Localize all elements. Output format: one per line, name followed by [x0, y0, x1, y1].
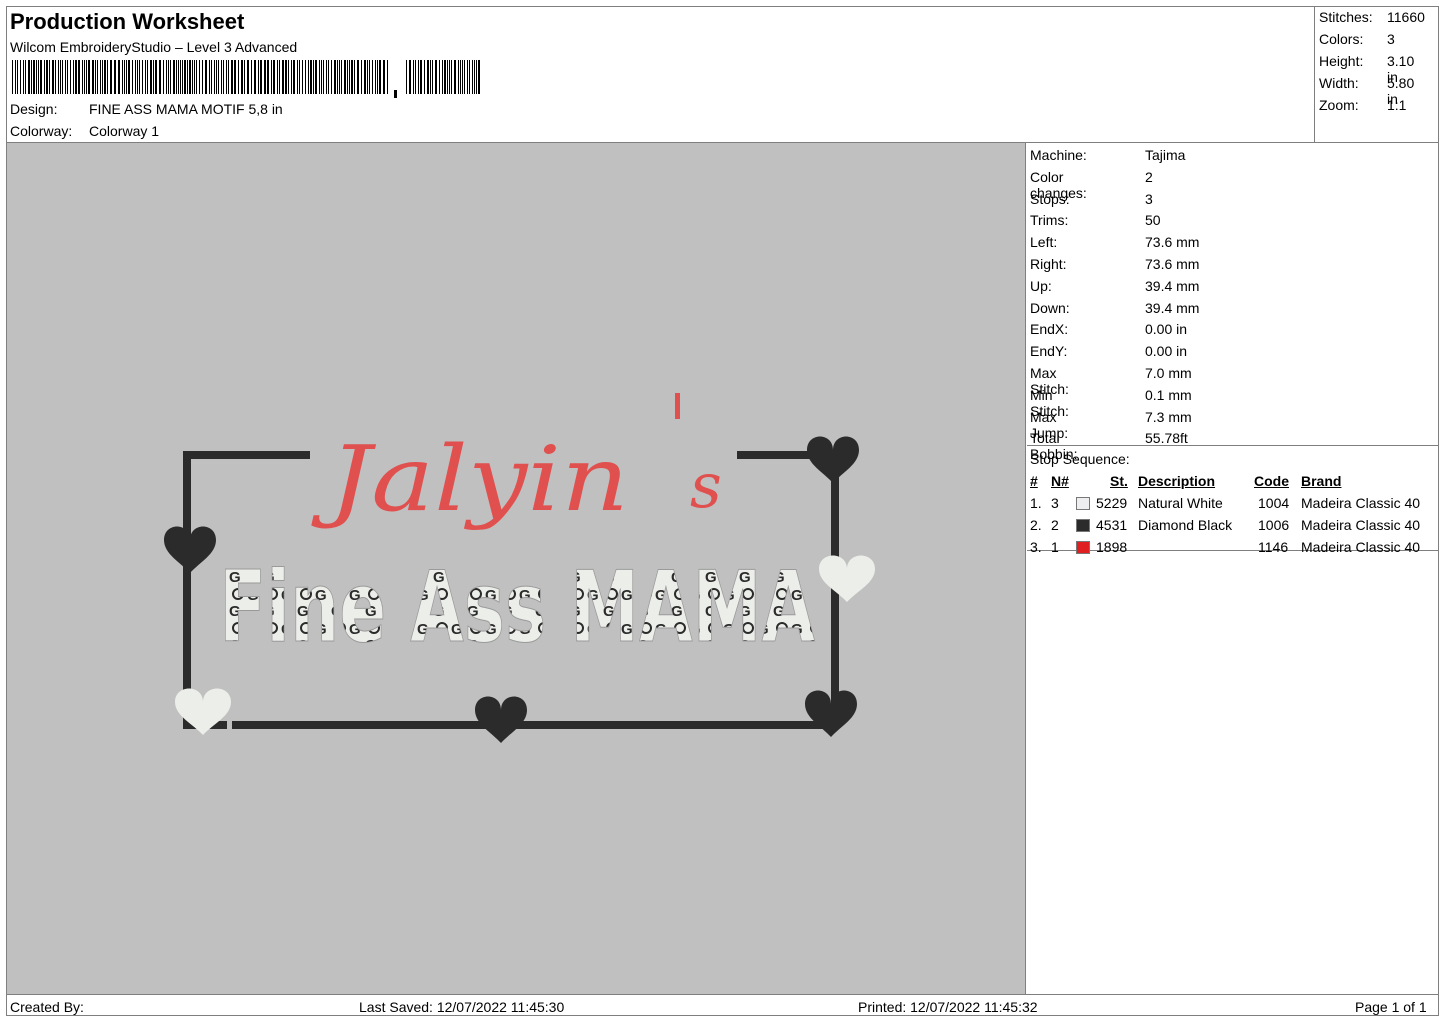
design-script-s: s [690, 449, 722, 522]
printed-date: Printed: 12/07/2022 11:45:32 [858, 999, 1038, 1015]
stop-description: Diamond Black [1138, 517, 1233, 533]
heart-icon [807, 436, 859, 483]
last-saved: Last Saved: 12/07/2022 11:45:30 [359, 999, 565, 1015]
design-block-text: Fine Ass MAMA [219, 551, 815, 665]
barcode [12, 60, 480, 98]
info-value: Tajima [1145, 147, 1186, 163]
info-value: 50 [1145, 212, 1161, 229]
heart-icon [819, 555, 875, 602]
stop-index: 3. [1030, 539, 1042, 555]
info-value: 3 [1145, 190, 1153, 207]
worksheet-header: Production Worksheet Wilcom EmbroiderySt… [7, 7, 1314, 143]
info-label: Down: [1030, 299, 1070, 316]
color-swatch [1076, 497, 1090, 510]
worksheet-footer: Created By: Last Saved: 12/07/2022 11:45… [7, 994, 1439, 1016]
stop-index: 2. [1030, 517, 1042, 533]
info-label: Right: [1030, 256, 1067, 272]
info-value: 0.00 in [1145, 343, 1188, 360]
stop-needle: 3 [1051, 495, 1059, 511]
info-label: Machine: [1030, 147, 1087, 163]
info-value: 0.00 in [1145, 321, 1188, 338]
column-header-description: Description [1138, 473, 1216, 489]
stop-code: 1004 [1258, 495, 1290, 511]
page-number: Page 1 of 1 [1355, 999, 1427, 1015]
stop-needle: 2 [1051, 517, 1059, 533]
design-summary: Stitches: 11660 Colors: 3 Height: 3.10 in W… [1314, 7, 1439, 143]
design-name: FINE ASS MAMA MOTIF 5,8 in [89, 101, 283, 117]
page-title: Production Worksheet [10, 9, 245, 34]
stop-description: Natural White [1138, 495, 1223, 511]
info-label: Trims: [1030, 212, 1069, 229]
design-preview: G G Jalyin s Fine Ass M [7, 143, 1026, 994]
info-label: EndX: [1030, 321, 1069, 338]
info-value: 39.4 mm [1145, 277, 1200, 294]
info-value: 39.4 mm [1145, 299, 1200, 316]
colorway-name: Colorway 1 [89, 123, 160, 139]
info-label: Up: [1030, 277, 1052, 294]
colorway-label: Colorway: [10, 123, 73, 139]
heart-icon [475, 696, 527, 743]
info-value: 7.3 mm [1145, 408, 1192, 425]
stop-code: 1006 [1258, 517, 1290, 533]
info-label: EndY: [1030, 343, 1068, 360]
column-header-needle: N# [1051, 473, 1069, 489]
info-label: Stops: [1030, 190, 1070, 207]
info-label: Left: [1030, 234, 1058, 251]
production-worksheet: Production Worksheet Wilcom EmbroiderySt… [6, 6, 1439, 1016]
apostrophe-mark [675, 393, 680, 419]
color-swatch [1076, 541, 1090, 554]
info-value: 0.1 mm [1145, 386, 1192, 403]
stop-brand: Madeira Classic 40 [1301, 539, 1421, 555]
design-script-name: Jalyin [310, 427, 629, 532]
info-value: 73.6 mm [1145, 256, 1200, 272]
stop-sequence-title: Stop Sequence: [1030, 451, 1130, 467]
software-name: Wilcom EmbroideryStudio – Level 3 Advanc… [10, 39, 298, 55]
stop-brand: Madeira Classic 40 [1301, 495, 1421, 511]
stop-brand: Madeira Classic 40 [1301, 517, 1421, 533]
info-value: 2 [1145, 168, 1153, 185]
machine-info-panel: Machine: Tajima Color changes: 2 Stops: 3 Trim… [1027, 143, 1439, 462]
stop-index: 1. [1030, 495, 1042, 511]
stop-stitches: 5229 [1096, 495, 1128, 511]
stop-needle: 1 [1051, 539, 1059, 555]
created-by: Created By: [10, 999, 84, 1015]
stop-sequence-table: Stop Sequence: # N# St. Description Code… [1027, 447, 1439, 555]
column-header-code: Code [1254, 473, 1289, 489]
info-value: 55.78ft [1145, 430, 1188, 447]
color-swatch [1076, 519, 1090, 532]
stop-stitches: 4531 [1096, 517, 1128, 533]
column-header-stitches: St. [1110, 473, 1128, 489]
info-value: 7.0 mm [1145, 365, 1192, 381]
stop-code: 1146 [1258, 539, 1289, 555]
column-header-index: # [1030, 473, 1038, 489]
column-header-brand: Brand [1301, 473, 1342, 489]
design-label: Design: [10, 101, 58, 117]
stop-stitches: 1898 [1096, 539, 1128, 555]
info-value: 73.6 mm [1145, 234, 1200, 251]
embroidery-design: G G Jalyin s Fine Ass M [164, 393, 875, 743]
